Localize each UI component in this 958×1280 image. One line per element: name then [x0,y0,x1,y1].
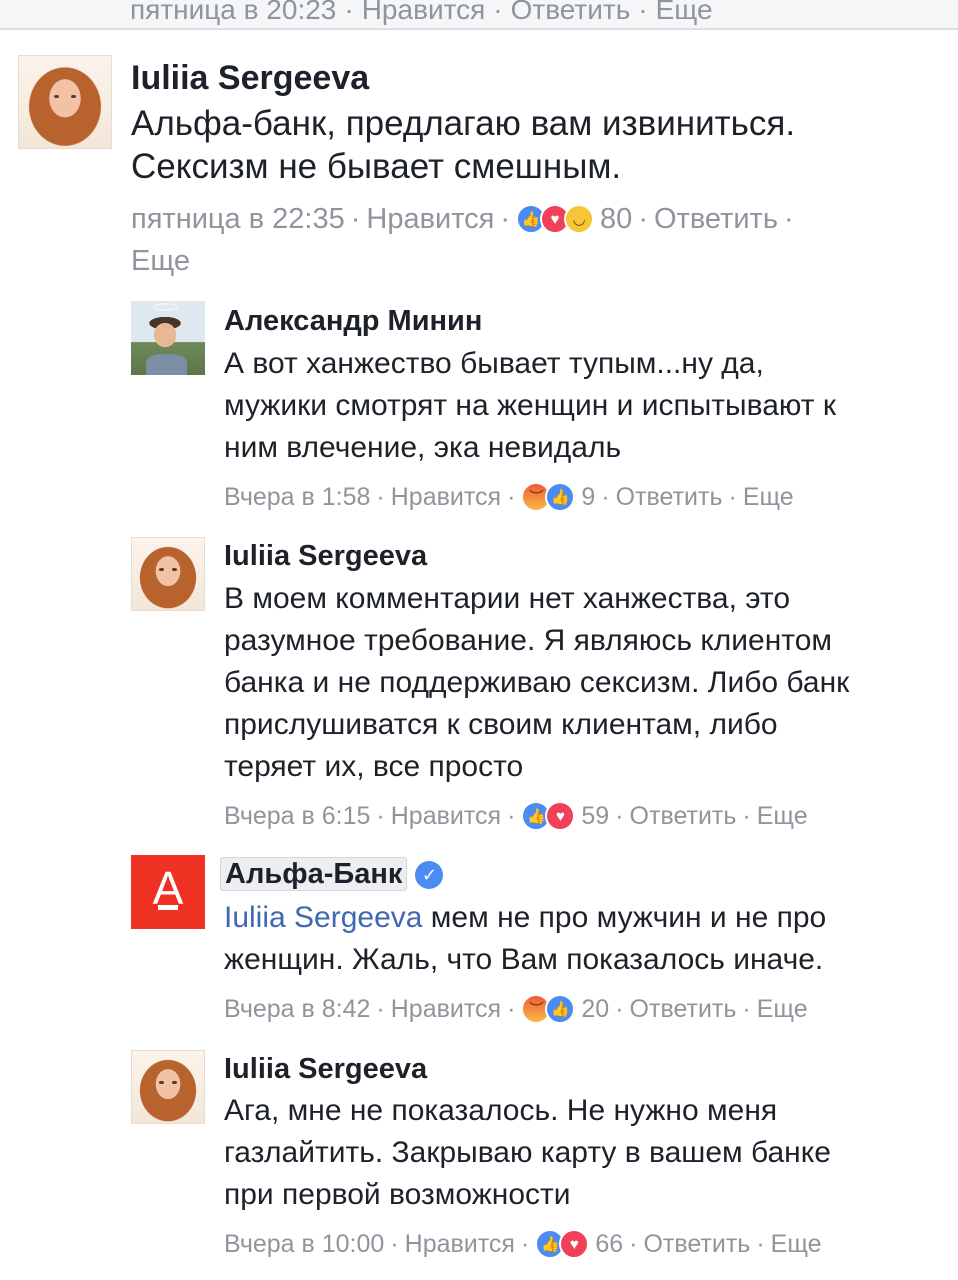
reply-link[interactable]: Ответить [654,198,778,240]
comment-text: Iuliia Sergeeva мем не про мужчин и не п… [224,897,944,981]
comment-time[interactable]: Вчера в 8:42 [224,989,370,1029]
thumbs-up-icon: 👍 [545,482,576,512]
comment-meta: Вчера в 6:15 · Нравится · 👍 ♥ 59 · Ответить… [224,796,808,836]
reaction-count[interactable]: 59 [581,796,609,836]
comment-text-line: разумное требование. Я являюсь клиентом [224,624,833,657]
comment-text: Альфа-банк, предлагаю вам извиниться. Се… [131,102,931,188]
comment-text-line: женщин. Жаль, что Вам показалось иначе. [224,943,824,976]
comment-author[interactable]: Iuliia Sergeeva [224,1050,427,1088]
comment-time[interactable]: Вчера в 1:58 [224,477,370,517]
laughing-face-icon: ◡ [564,204,595,234]
like-link[interactable]: Нравится [366,198,494,240]
comment-meta: Вчера в 8:42 · Нравится · ︶ 👍 20 · Ответить… [224,989,808,1029]
comment-text-line: мужики смотрят на женщин и испытывают к [224,389,836,422]
avatar[interactable]: А [131,855,205,929]
comment-author: Альфа-Банк ✓ [220,852,444,896]
comment-text-line: банка и не поддерживаю сексизм. Либо бан… [224,666,850,699]
more-link[interactable]: Еще [743,477,794,517]
comment-text-line: прислушиватся к своим клиентам, либо [224,708,778,741]
reaction-count[interactable]: 66 [595,1224,623,1264]
comment-text-line: ним влечение, эка невидаль [224,431,622,464]
comment-meta: пятница в 22:35 · Нравится · 👍 ♥ ◡ 80 · Отв… [131,198,800,240]
comment-text-line: А вот ханжество бывает тупым...ну да, [224,347,764,380]
like-link[interactable]: Нравится [391,477,501,517]
comment-author[interactable]: Iuliia Sergeeva [224,537,427,575]
comment-text-line: Ага, мне не показалось. Не нужно меня [224,1094,778,1127]
comment-text-line: теряет их, все просто [224,750,524,783]
reaction-count[interactable]: 9 [581,477,595,517]
comment-text: В моем комментарии нет ханжества, это ра… [224,578,954,788]
comment-text: А вот ханжество бывает тупым...ну да, му… [224,343,944,469]
comment-time[interactable]: Вчера в 10:00 [224,1224,384,1264]
reactions[interactable]: 👍 ♥ [535,1229,590,1259]
comment-text-line: Альфа-банк, предлагаю вам извиниться. [131,104,796,143]
more-link[interactable]: Еще [656,0,713,25]
reply-link[interactable]: Ответить [643,1224,750,1264]
like-link[interactable]: Нравится [391,796,501,836]
avatar[interactable] [131,1050,205,1124]
comment-time[interactable]: пятница в 22:35 [131,198,345,240]
reply-link[interactable]: Ответить [630,796,737,836]
more-link[interactable]: Еще [757,989,808,1029]
comment-time: пятница в 20:23 [130,0,337,25]
comment-text-line: газлайтить. Закрываю карту в вашем банке [224,1136,831,1169]
comment-text-line: Сексизм не бывает смешным. [131,147,622,186]
reactions[interactable]: 👍 ♥ ◡ [516,204,595,234]
reply-link[interactable]: Ответить [616,477,723,517]
reactions[interactable]: 👍 ♥ [521,801,576,831]
mention-link[interactable]: Iuliia Sergeeva [224,901,422,934]
comment-author[interactable]: Iuliia Sergeeva [131,56,369,100]
thumbs-up-icon: 👍 [545,994,576,1024]
comment-meta: Вчера в 10:00 · Нравится · 👍 ♥ 66 · Ответит… [224,1224,822,1264]
avatar[interactable] [131,301,205,375]
heart-icon: ♥ [545,801,576,831]
avatar[interactable] [131,537,205,611]
previous-comment-meta: пятница в 20:23 · Нравится · Ответить · Еще [0,0,958,30]
heart-icon: ♥ [559,1229,590,1259]
comment-meta: Вчера в 1:58 · Нравится · ︶ 👍 9 · Ответить ·… [224,477,794,517]
comment-time[interactable]: Вчера в 6:15 [224,796,370,836]
reaction-count[interactable]: 80 [600,198,632,240]
more-link[interactable]: Еще [757,796,808,836]
reactions[interactable]: ︶ 👍 [521,994,576,1024]
comment-text-segment: мем не про мужчин и не про [422,901,827,934]
avatar[interactable] [18,55,112,149]
comment-author[interactable]: Александр Минин [224,302,482,340]
comment-text-line: при первой возможности [224,1178,571,1211]
comment-text-line: Iuliia Sergeeva мем не про мужчин и не п… [224,897,944,939]
reply-link[interactable]: Ответить [630,989,737,1029]
more-link[interactable]: Еще [131,240,190,282]
reaction-count[interactable]: 20 [581,989,609,1029]
comment-meta-wrap: Еще [131,240,190,282]
comment-text: Ага, мне не показалось. Не нужно меня га… [224,1090,944,1216]
page-name-link[interactable]: Альфа-Банк [220,857,408,891]
reactions[interactable]: ︶ 👍 [521,482,576,512]
verified-check-icon: ✓ [415,861,444,890]
reply-link[interactable]: Ответить [511,0,631,25]
comment-text-line: В моем комментарии нет ханжества, это [224,582,791,615]
more-link[interactable]: Еще [771,1224,822,1264]
like-link[interactable]: Нравится [391,989,501,1029]
like-link[interactable]: Нравится [405,1224,515,1264]
like-link[interactable]: Нравится [362,0,486,25]
